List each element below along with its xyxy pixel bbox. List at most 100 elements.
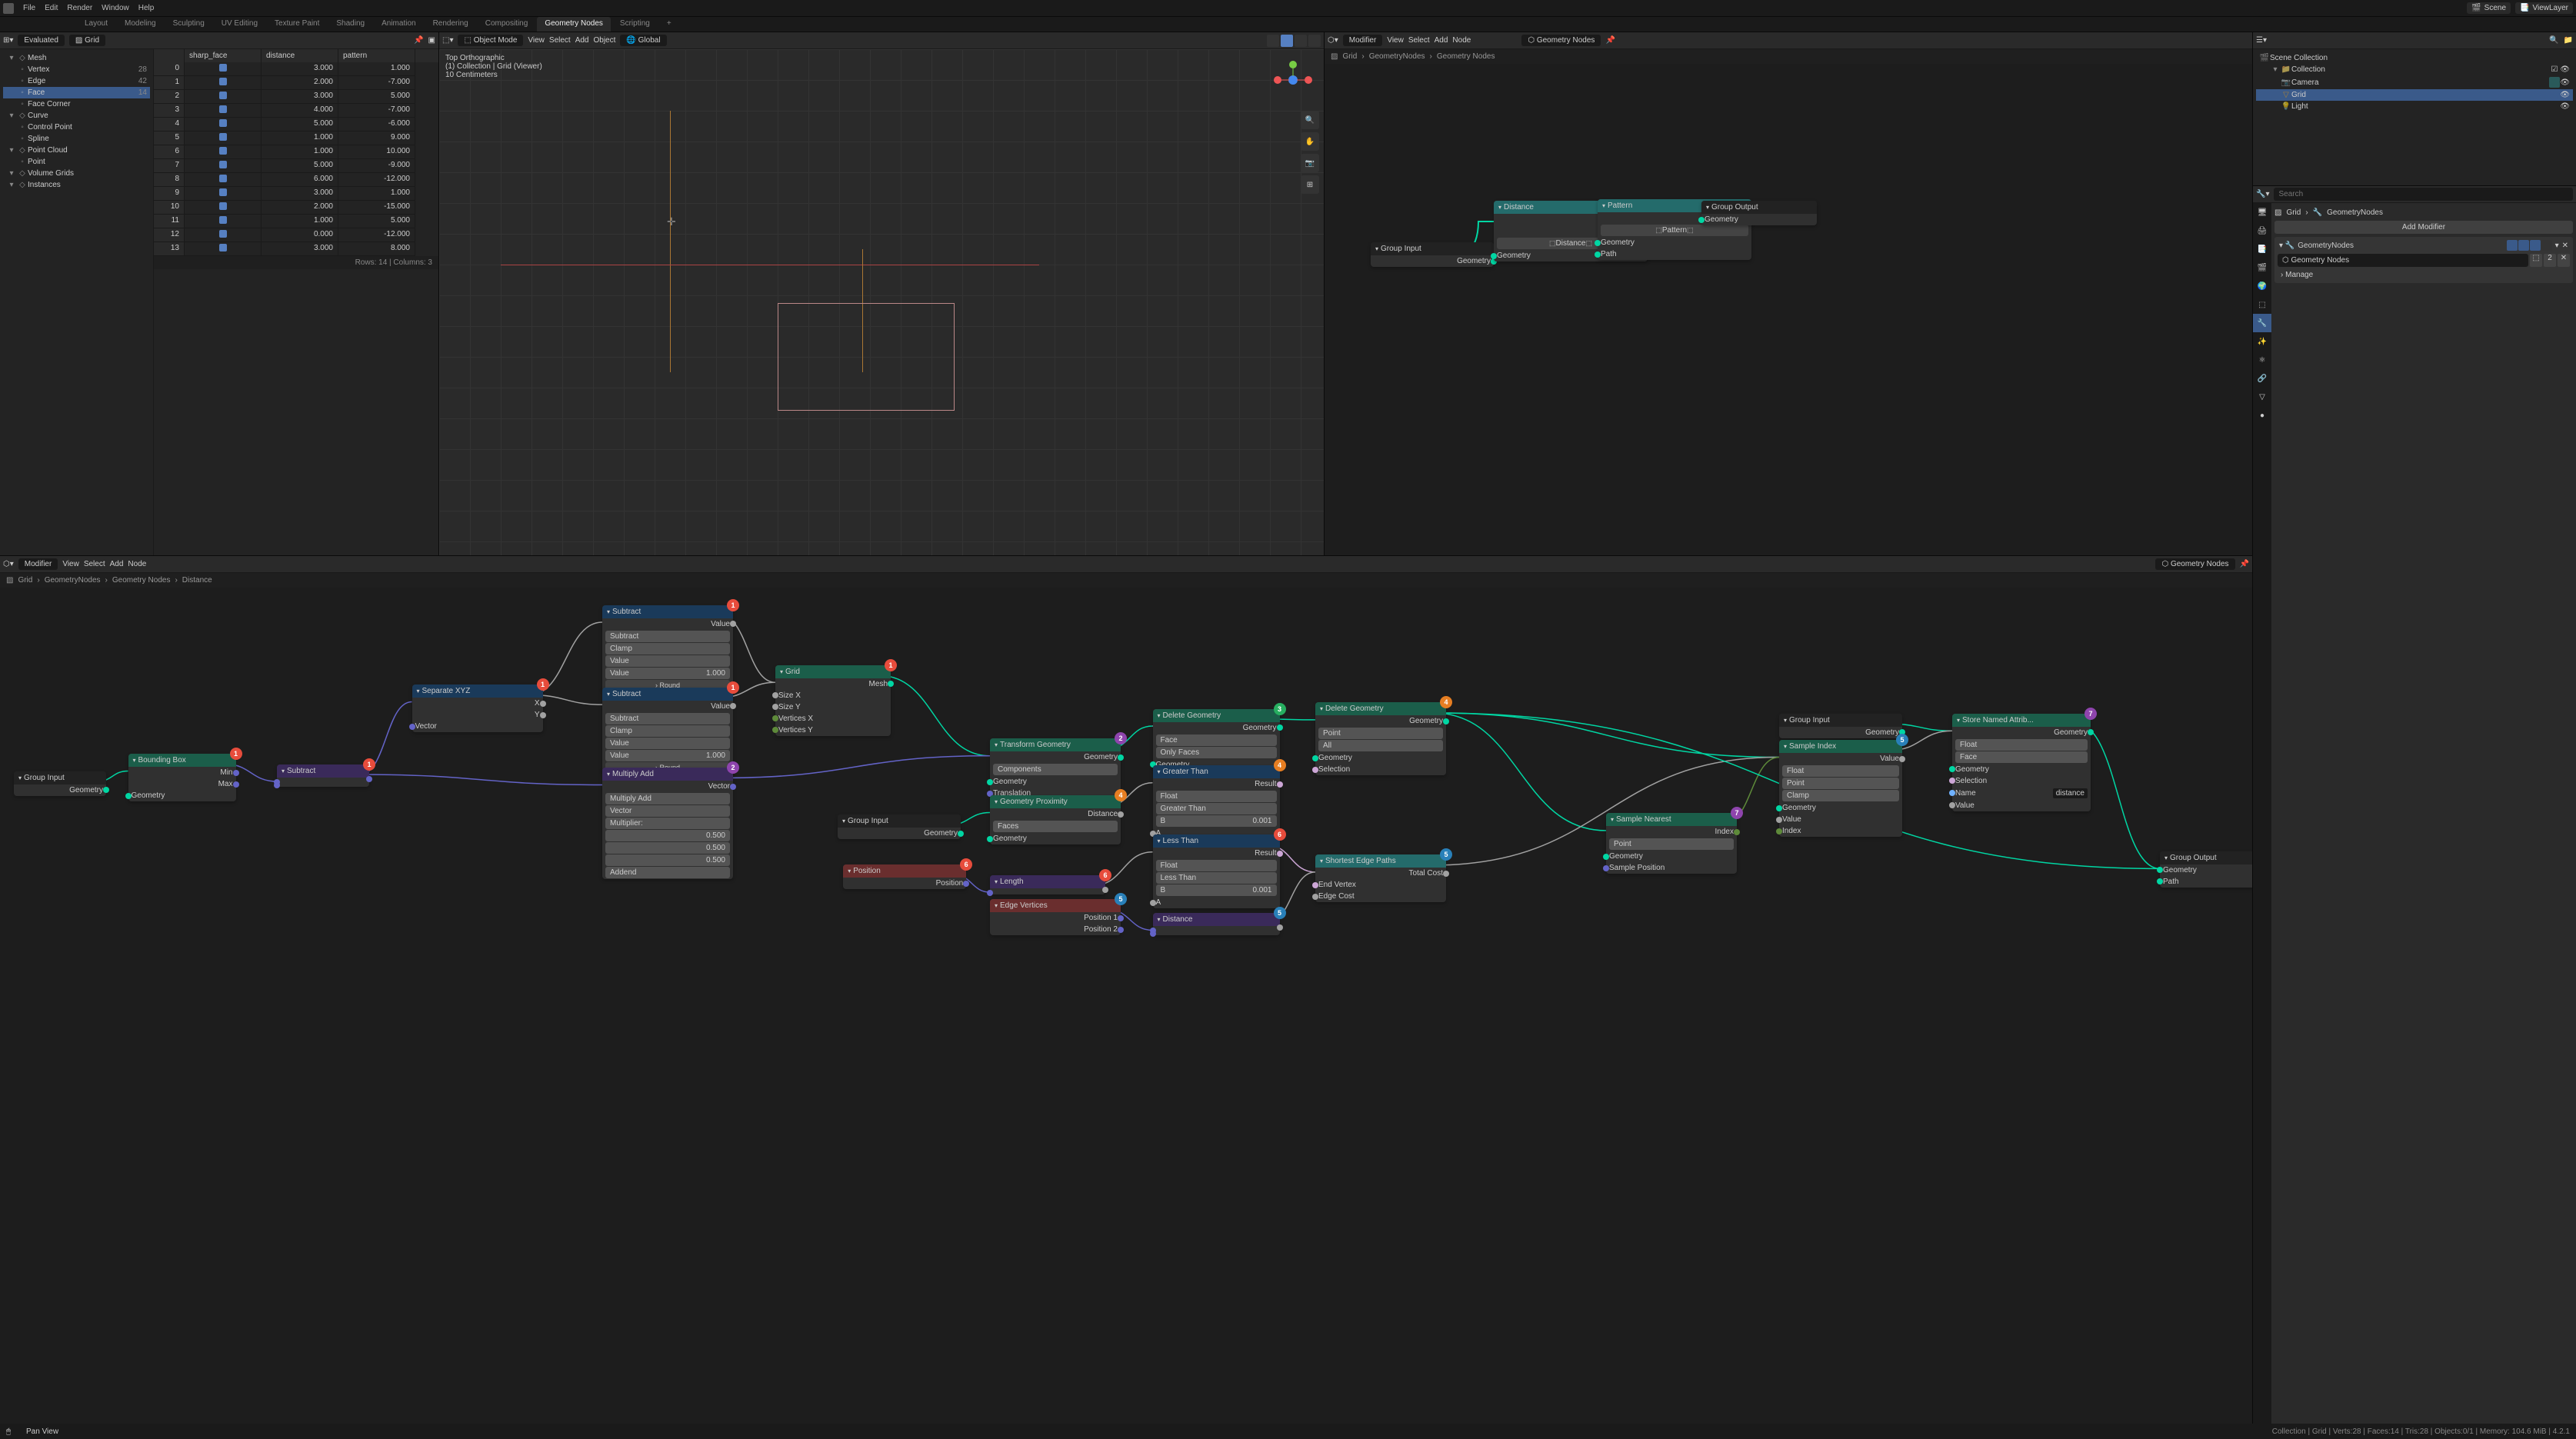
- tab-uv-editing[interactable]: UV Editing: [214, 17, 265, 32]
- node-field[interactable]: Float: [1156, 791, 1277, 802]
- scene-selector[interactable]: 🎬 Scene: [2467, 2, 2511, 14]
- mode-selector[interactable]: ⬚ Object Mode: [458, 35, 523, 46]
- close-icon[interactable]: ✕: [2558, 254, 2570, 267]
- node-field[interactable]: Multiplier:: [605, 818, 730, 829]
- menu-window[interactable]: Window: [102, 4, 129, 12]
- node-sepxyz[interactable]: ▾Separate XYZXYVector1: [412, 685, 543, 732]
- tab-physics-icon[interactable]: ⚛: [2253, 351, 2271, 369]
- modifier-header[interactable]: ▾ 🔧GeometryNodes ▾ ✕: [2276, 238, 2571, 252]
- node-field[interactable]: Addend: [605, 867, 730, 878]
- node-gt[interactable]: ▾Greater ThanResultFloatGreater ThanB0.0…: [1153, 765, 1280, 839]
- node-field[interactable]: Less Than: [1156, 872, 1277, 884]
- node-group-input[interactable]: ▾Group Input Geometry: [1371, 242, 1494, 267]
- menu-view[interactable]: View: [528, 36, 545, 45]
- menu-file[interactable]: File: [23, 4, 35, 12]
- node-go[interactable]: ▾Group OutputGeometryPath: [2160, 851, 2252, 888]
- domain-item[interactable]: ◦Control Point: [3, 122, 150, 133]
- outliner-collection[interactable]: ▾📁Collection☑ 👁: [2256, 64, 2573, 75]
- visibility-icon[interactable]: 👁: [2560, 78, 2570, 87]
- node-field[interactable]: Clamp: [605, 725, 730, 737]
- node-madd[interactable]: ▾Multiply AddVectorMultiply AddVectorMul…: [602, 768, 733, 879]
- table-row[interactable]: 12.000-7.000: [154, 76, 438, 90]
- table-row[interactable]: 120.000-12.000: [154, 228, 438, 242]
- node-sep[interactable]: ▾Shortest Edge PathsTotal CostEnd Vertex…: [1315, 854, 1446, 902]
- viewer-toggle-icon[interactable]: ▣: [428, 36, 435, 45]
- node-field[interactable]: 0.500: [605, 854, 730, 866]
- shading-render-icon[interactable]: [1308, 35, 1321, 47]
- tab-shading[interactable]: Shading: [328, 17, 372, 32]
- tab-data-icon[interactable]: ▽: [2253, 388, 2271, 406]
- domain-category[interactable]: ▾◇Curve: [3, 110, 150, 122]
- menu-view[interactable]: View: [62, 560, 79, 568]
- node-field[interactable]: 0.500: [605, 830, 730, 841]
- menu-add[interactable]: Add: [1435, 36, 1448, 45]
- tab-modifier-icon[interactable]: 🔧: [2253, 314, 2271, 332]
- filter-icon[interactable]: 🔍: [2549, 36, 2558, 45]
- menu-select[interactable]: Select: [1408, 36, 1430, 45]
- spreadsheet-eval-selector[interactable]: Evaluated: [18, 35, 64, 46]
- node-field[interactable]: Float: [1156, 860, 1277, 871]
- node-field[interactable]: ⬚ Pattern ⬚: [1601, 225, 1748, 236]
- new-collection-icon[interactable]: 📁: [2564, 36, 2573, 45]
- blender-logo-icon[interactable]: [3, 3, 14, 14]
- node-grid[interactable]: ▾GridMeshSize XSize YVertices XVertices …: [775, 665, 891, 736]
- editor-type-icon[interactable]: 🔧▾: [2256, 190, 2269, 198]
- shading-solid-icon[interactable]: [1281, 35, 1293, 47]
- tab-animation[interactable]: Animation: [374, 17, 423, 32]
- table-row[interactable]: 86.000-12.000: [154, 173, 438, 187]
- tab-object-icon[interactable]: ⬚: [2253, 295, 2271, 314]
- node-field[interactable]: Value: [605, 655, 730, 667]
- bc-item[interactable]: GeometryNodes: [45, 576, 101, 585]
- node-dgeo1[interactable]: ▾Delete GeometryGeometryFaceOnly FacesGe…: [1153, 709, 1280, 771]
- pin-icon[interactable]: 📌: [1605, 36, 1615, 45]
- node-bbox[interactable]: ▾Bounding BoxMinMaxGeometry1: [128, 754, 236, 801]
- bc-item[interactable]: Geometry Nodes: [112, 576, 171, 585]
- outliner-item-grid[interactable]: ▽Grid👁: [2256, 89, 2573, 101]
- table-row[interactable]: 45.000-6.000: [154, 118, 438, 132]
- editor-type-icon[interactable]: ⬚▾: [442, 36, 453, 45]
- menu-edit[interactable]: Edit: [45, 4, 58, 12]
- outliner-item-light[interactable]: 💡Light👁: [2256, 101, 2573, 112]
- menu-node[interactable]: Node: [128, 560, 146, 568]
- color-tag[interactable]: [2549, 77, 2560, 88]
- column-header[interactable]: sharp_face: [185, 49, 262, 62]
- node-sub3[interactable]: ▾SubtractValueSubtractClampValueValue1.0…: [602, 688, 733, 774]
- tab-scene-icon[interactable]: 🎬: [2253, 258, 2271, 277]
- menu-add[interactable]: Add: [575, 36, 589, 45]
- visibility-icon[interactable]: ☑ 👁: [2551, 65, 2570, 74]
- tab-material-icon[interactable]: ●: [2253, 406, 2271, 425]
- node-field[interactable]: Greater Than: [1156, 803, 1277, 814]
- node-gi3[interactable]: ▾Group InputGeometry: [1779, 714, 1902, 738]
- mod-toggle-icon[interactable]: [2541, 240, 2552, 251]
- node-len[interactable]: ▾Length6: [990, 875, 1105, 894]
- bc-item[interactable]: GeometryNodes: [1369, 52, 1425, 61]
- node-field[interactable]: B0.001: [1156, 884, 1277, 896]
- node-canvas[interactable]: ▾Group Input Geometry ▾Distance⬚ Geometr…: [1325, 64, 2252, 555]
- tab-geometry-nodes[interactable]: Geometry Nodes: [537, 17, 611, 32]
- pan-icon[interactable]: ✋: [1301, 132, 1319, 151]
- outliner-item-camera[interactable]: 📷Camera 👁: [2256, 75, 2573, 89]
- menu-node[interactable]: Node: [1452, 36, 1471, 45]
- menu-object[interactable]: Object: [594, 36, 616, 45]
- domain-item[interactable]: ◦Face Corner: [3, 98, 150, 110]
- node-field[interactable]: Faces: [993, 821, 1118, 832]
- domain-item[interactable]: ◦Spline: [3, 133, 150, 145]
- mod-menu-icon[interactable]: ▾: [2555, 241, 2559, 250]
- spreadsheet-object[interactable]: ▨ Grid: [69, 35, 105, 46]
- node-pos[interactable]: ▾PositionPosition6: [843, 864, 966, 889]
- node-canvas[interactable]: ▾Group InputGeometry ▾Bounding BoxMinMaxG…: [0, 588, 2252, 1424]
- tab-world-icon[interactable]: 🌍: [2253, 277, 2271, 295]
- outliner-scene[interactable]: 🎬Scene Collection: [2256, 52, 2573, 64]
- node-group-output[interactable]: ▾Group Output Geometry: [1701, 201, 1817, 225]
- menu-render[interactable]: Render: [67, 4, 92, 12]
- bc-item[interactable]: Grid: [1342, 52, 1357, 61]
- bc-item[interactable]: Geometry Nodes: [1437, 52, 1495, 61]
- node-field[interactable]: Face: [1156, 734, 1277, 746]
- mod-toggle-icon[interactable]: [2507, 240, 2518, 251]
- node-gi2[interactable]: ▾Group InputGeometry: [838, 814, 961, 839]
- tab-modeling[interactable]: Modeling: [117, 17, 164, 32]
- viewport-canvas[interactable]: Top Orthographic (1) Collection | Grid (…: [439, 49, 1324, 555]
- domain-item[interactable]: ◦Vertex28: [3, 64, 150, 75]
- node-dgeo2[interactable]: ▾Delete GeometryGeometryPointAllGeometry…: [1315, 702, 1446, 775]
- tab-+[interactable]: +: [659, 17, 679, 32]
